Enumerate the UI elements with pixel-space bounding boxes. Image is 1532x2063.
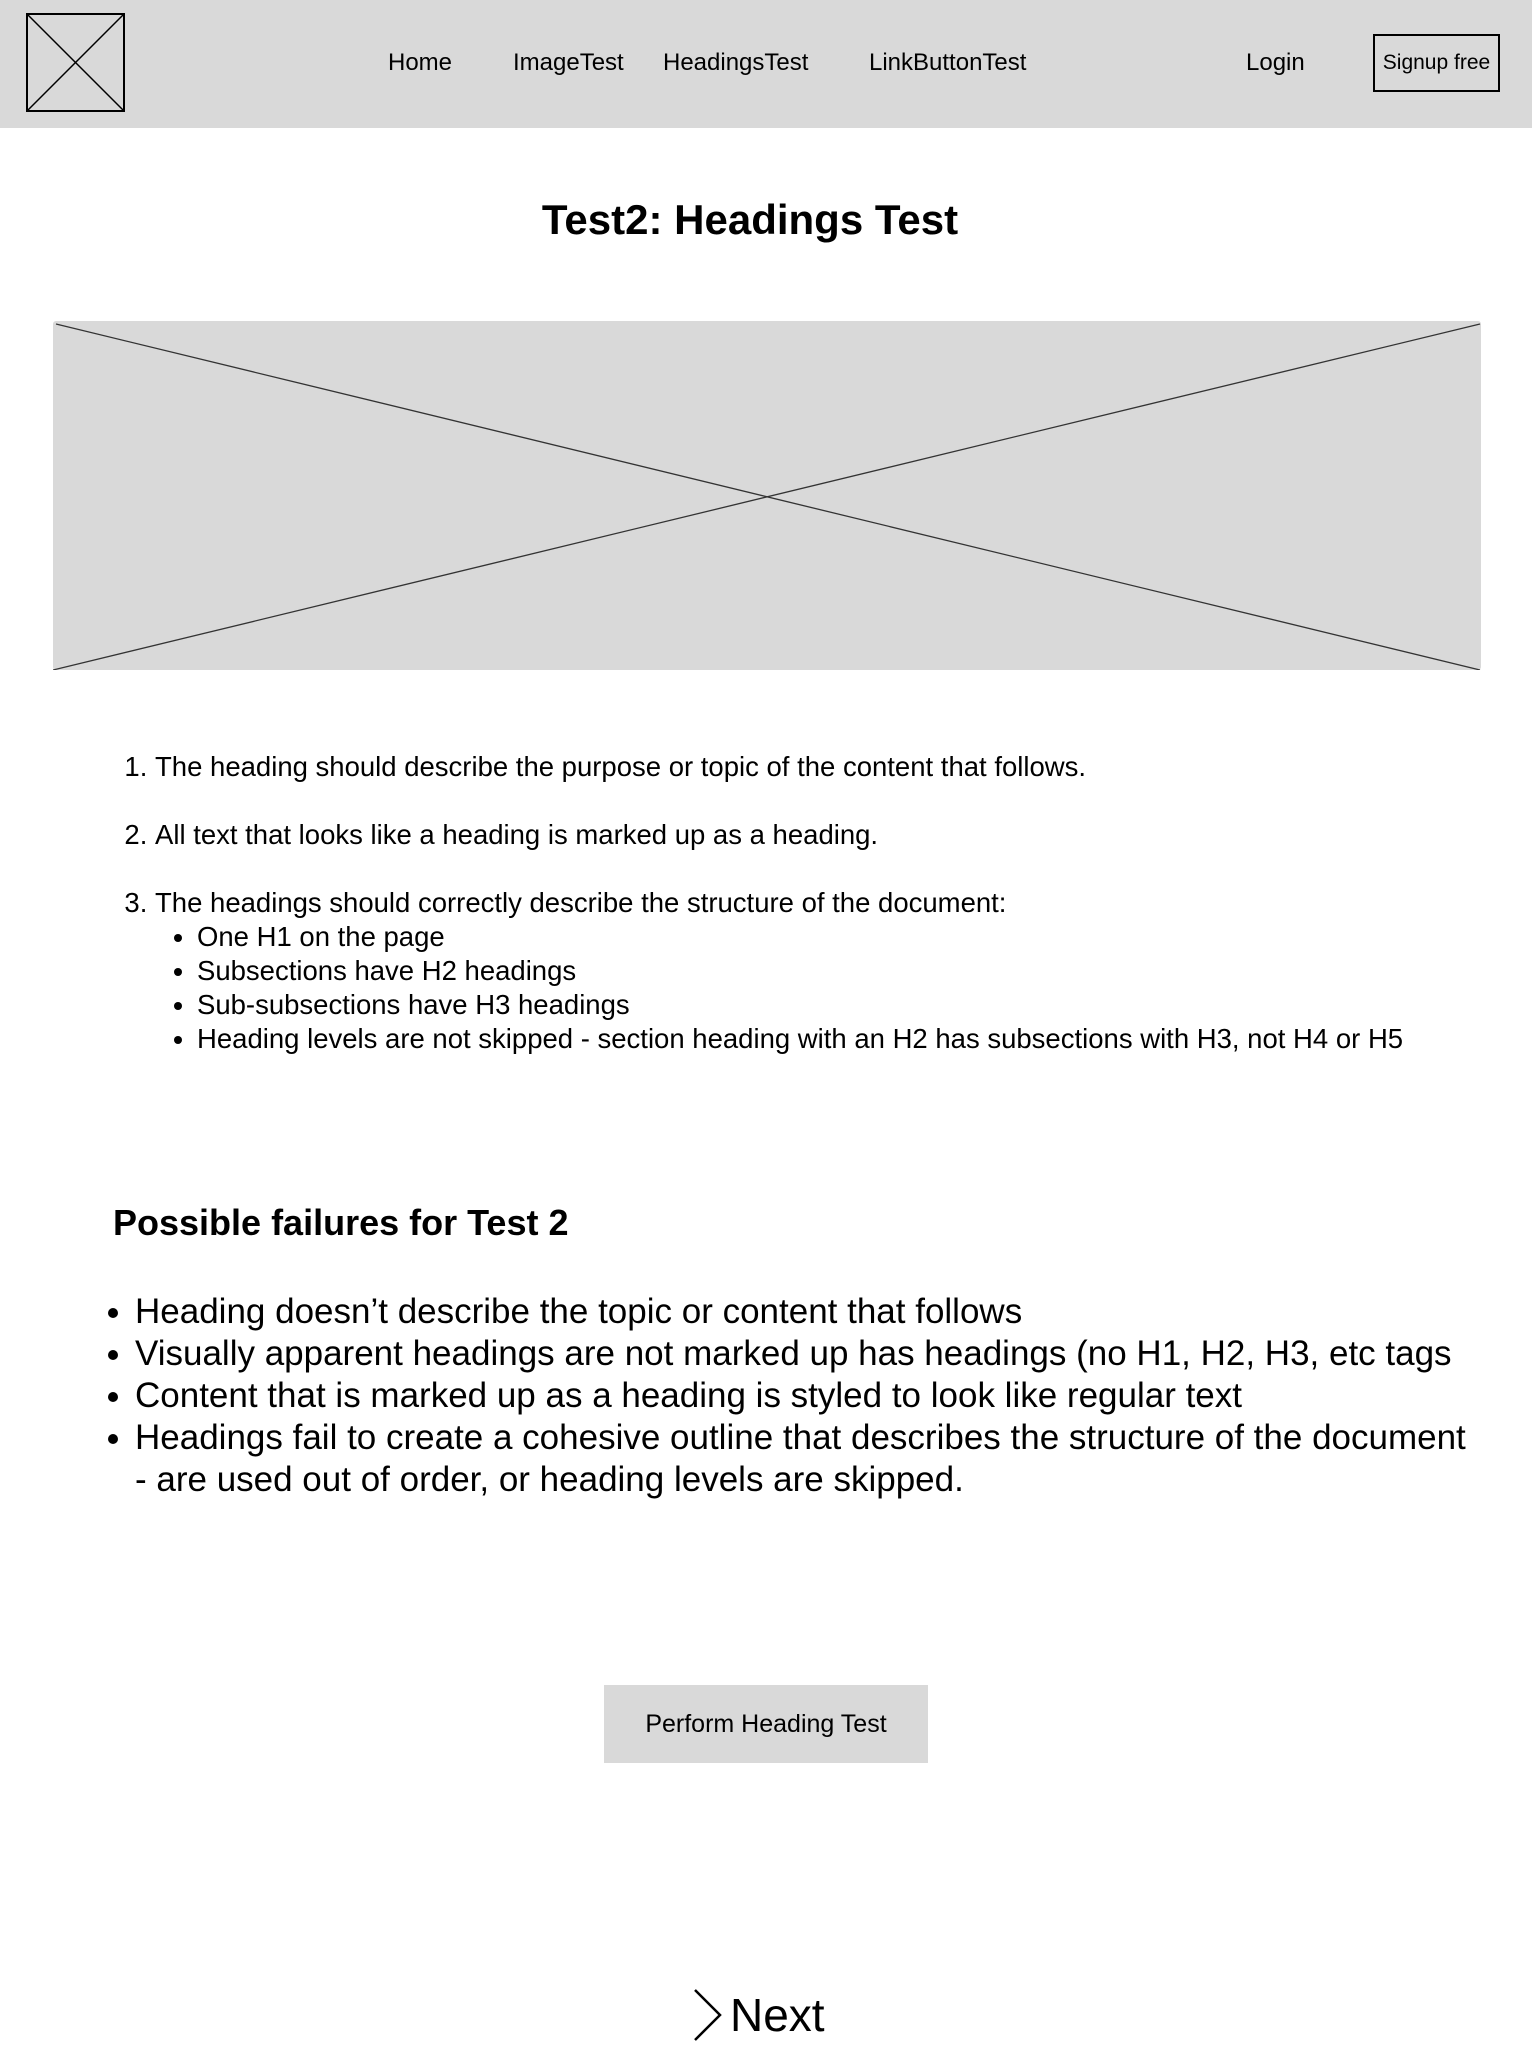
structure-point: Sub-subsections have H3 headings (197, 988, 1515, 1022)
failures-heading: Possible failures for Test 2 (113, 1202, 569, 1243)
structure-points-list: One H1 on the page Subsections have H2 h… (155, 920, 1515, 1056)
failure-item: Headings fail to create a cohesive outli… (135, 1417, 1475, 1501)
criteria-item: All text that looks like a heading is ma… (155, 818, 1515, 852)
failure-item: Visually apparent headings are not marke… (135, 1333, 1475, 1375)
chevron-right-icon (690, 1987, 726, 2043)
page-title: Test2: Headings Test (541, 196, 959, 243)
failure-item: Heading doesn’t describe the topic or co… (135, 1291, 1475, 1333)
failure-item: Content that is marked up as a heading i… (135, 1375, 1475, 1417)
signup-button[interactable]: Signup free (1373, 34, 1500, 92)
criteria-text: The headings should correctly describe t… (155, 887, 1007, 918)
criteria-text: All text that looks like a heading is ma… (155, 819, 879, 850)
perform-heading-test-button[interactable]: Perform Heading Test (604, 1685, 928, 1763)
nav-link-imagetest[interactable]: ImageTest (513, 48, 624, 78)
structure-point: One H1 on the page (197, 920, 1515, 954)
next-label: Next (730, 1989, 825, 2041)
next-link[interactable]: Next (690, 1985, 825, 2045)
hero-image-placeholder (53, 321, 1481, 670)
criteria-item: The heading should describe the purpose … (155, 750, 1515, 784)
structure-point: Subsections have H2 headings (197, 954, 1515, 988)
heading-criteria-list: The heading should describe the purpose … (119, 750, 1515, 1056)
structure-point: Heading levels are not skipped - section… (197, 1022, 1515, 1056)
top-navbar: Home ImageTest HeadingsTest LinkButtonTe… (0, 0, 1532, 128)
failures-list: Heading doesn’t describe the topic or co… (99, 1291, 1475, 1501)
logo-placeholder-icon[interactable] (26, 13, 125, 112)
nav-link-headingstest[interactable]: HeadingsTest (663, 48, 808, 78)
criteria-text: The heading should describe the purpose … (155, 751, 1087, 782)
nav-link-linkbuttontest[interactable]: LinkButtonTest (869, 48, 1026, 78)
login-link[interactable]: Login (1246, 48, 1305, 78)
nav-link-home[interactable]: Home (388, 48, 452, 78)
criteria-item: The headings should correctly describe t… (155, 886, 1515, 1056)
